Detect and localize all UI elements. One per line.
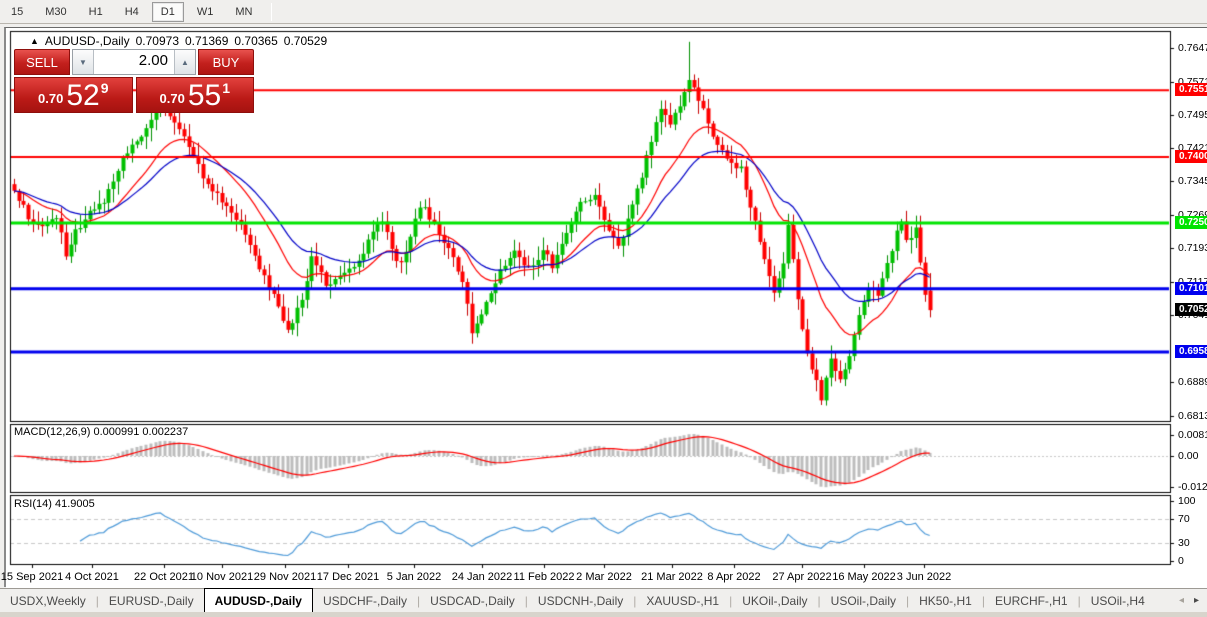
rsi-axis-label: 70 [1178,513,1190,525]
level-price-label: 0.69582 [1175,344,1207,358]
rsi-label: RSI(14) 41.9005 [14,498,95,510]
x-axis-date-label: 11 Feb 2022 [513,571,575,583]
x-axis-date-label: 8 Apr 2022 [707,571,761,583]
timeframe-button-w1[interactable]: W1 [188,2,223,22]
current-price-label: 0.70529 [1175,303,1207,317]
volume-spinner: ▼ 2.00 ▲ [72,49,196,75]
tab-xauusd-h1[interactable]: XAUUSD-,H1 [636,589,729,612]
x-axis-date-label: 21 Mar 2022 [641,571,703,583]
x-axis-date-label: 29 Nov 2021 [253,571,317,583]
ohlc-high: 0.71369 [185,34,229,48]
timeframe-button-m30[interactable]: M30 [36,2,75,22]
ohlc-close: 0.70529 [283,34,328,48]
tab-usdcnh-daily[interactable]: USDCNH-,Daily [528,589,633,612]
x-axis-date-label: 16 May 2022 [832,571,896,583]
tab-usoil-h4[interactable]: USOil-,H4 [1081,589,1155,612]
chart-tabbar: USDX,Weekly | EURUSD-,Daily AUDUSD-,Daily US… [0,588,1207,612]
tab-hk50-h1[interactable]: HK50-,H1 [909,589,982,612]
chart-window: ▲ AUDUSD-,Daily 0.70973 0.71369 0.70365 … [0,27,1207,588]
macd-axis-label: 0.00 [1178,450,1199,462]
tab-audusd-daily[interactable]: AUDUSD-,Daily [203,588,313,612]
timeframe-button-15[interactable]: 15 [2,2,32,22]
tab-scroll-arrows: ◂ ▸ [1179,589,1207,612]
rsi-axis-label: 0 [1178,555,1184,567]
buy-button[interactable]: BUY [198,49,254,75]
y-axis-tick-label: 0.76470 [1178,42,1207,54]
volume-decrease-button[interactable]: ▼ [73,50,94,74]
macd-axis-label: 0.008197 [1178,429,1207,442]
timeframe-button-h4[interactable]: H4 [116,2,148,22]
status-strip [0,612,1207,617]
tab-eurchf-h1[interactable]: EURCHF-,H1 [985,589,1078,612]
tab-ukoil-daily[interactable]: UKOil-,Daily [732,589,817,612]
x-axis-date-label: 3 Jun 2022 [896,571,952,583]
symbol-name: AUDUSD-,Daily [44,34,130,48]
y-axis-tick-label: 0.73450 [1178,175,1207,188]
buy-quote-box[interactable]: 0.70 55 1 [135,77,254,113]
ohlc-open: 0.70973 [135,34,179,48]
buy-price-sup: 1 [222,80,230,96]
x-axis-date-label: 22 Oct 2021 [134,571,194,583]
sell-price-big: 52 [66,79,100,112]
x-axis-date-label: 17 Dec 2021 [316,571,380,583]
level-price-label: 0.75512 [1175,83,1207,97]
y-axis-tick-label: 0.74950 [1178,109,1207,122]
toolbar-separator [271,2,273,21]
rsi-axis-label: 100 [1178,495,1196,507]
x-axis-date-label: 10 Nov 2021 [190,571,254,583]
tab-scroll-right-icon[interactable]: ▸ [1194,595,1199,606]
macd-axis-label: -0.01212 [1178,480,1207,493]
tab-usdchf-daily[interactable]: USDCHF-,Daily [313,589,417,612]
timeframe-button-d1[interactable]: D1 [151,1,184,22]
x-axis-date-label: 5 Jan 2022 [386,571,442,583]
tab-usdx-weekly[interactable]: USDX,Weekly [0,589,96,612]
sell-button[interactable]: SELL [14,49,70,75]
chart-title: ▲ AUDUSD-,Daily 0.70973 0.71369 0.70365 … [30,34,327,48]
volume-increase-button[interactable]: ▲ [174,50,195,74]
symbol-marker-icon: ▲ [30,36,39,46]
level-price-label: 0.71013 [1175,281,1207,295]
volume-input[interactable]: 2.00 [94,50,174,74]
tab-scroll-left-icon[interactable]: ◂ [1179,595,1184,606]
tab-usoil-daily[interactable]: USOil-,Daily [821,589,906,612]
timeframe-button-mn[interactable]: MN [226,2,261,22]
x-axis-date-label: 4 Oct 2021 [65,571,119,583]
y-axis-tick-label: 0.71930 [1178,242,1207,255]
macd-label: MACD(12,26,9) 0.000991 0.002237 [14,426,189,438]
tab-usdcad-daily[interactable]: USDCAD-,Daily [420,589,525,612]
buy-price-small: 0.70 [159,91,185,106]
timeframe-toolbar: 15 M30 H1 H4 D1 W1 MN [0,0,1207,24]
tab-eurusd-daily[interactable]: EURUSD-,Daily [99,589,204,612]
y-axis-tick-label: 0.68890 [1178,376,1207,389]
sell-price-small: 0.70 [38,91,64,106]
x-axis-date-label: 24 Jan 2022 [451,571,513,583]
sell-price-sup: 9 [100,80,109,96]
x-axis-date-label: 27 Apr 2022 [772,571,832,583]
one-click-trading-widget: SELL ▼ 2.00 ▲ BUY 0.70 52 9 0.70 55 1 [14,49,254,113]
y-axis-tick-label: 0.68130 [1178,410,1207,422]
mt4-terminal: 15 M30 H1 H4 D1 W1 MN ▲ AUDUSD-,Daily 0.70973 … [0,0,1207,617]
x-axis-date-label: 2 Mar 2022 [576,571,632,583]
rsi-axis-label: 30 [1178,537,1190,549]
level-price-label: 0.72504 [1175,215,1207,229]
timeframe-button-h1[interactable]: H1 [80,2,112,22]
buy-price-big: 55 [187,79,222,112]
level-price-label: 0.74002 [1175,149,1207,163]
x-axis-date-label: 15 Sep 2021 [0,571,64,583]
ohlc-low: 0.70365 [234,34,278,48]
sell-quote-box[interactable]: 0.70 52 9 [14,77,133,113]
